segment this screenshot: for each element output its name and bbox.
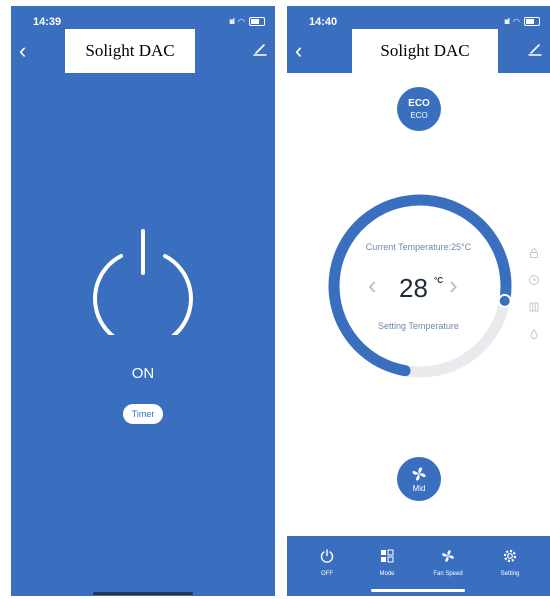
signal-icon: ıııl — [229, 17, 235, 26]
phone-screen-power: 14:39 ıııl ◠ ‹ Solight DAC ON Timer — [11, 6, 275, 596]
status-time: 14:39 — [33, 16, 62, 28]
status-icons: ıııl ◠ — [229, 17, 265, 26]
eco-label: ECO — [410, 110, 428, 120]
grid-icon[interactable] — [528, 301, 540, 313]
nav-setting[interactable]: Setting — [480, 548, 540, 577]
gear-icon — [503, 549, 517, 563]
page-title: Solight DAC — [65, 29, 195, 73]
nav-off[interactable]: OFF — [297, 548, 357, 577]
eco-icon: ECO — [408, 97, 430, 109]
fan-speed-label: Mid — [412, 484, 426, 493]
bottom-nav: OFF Mode Fan Speed Setting — [287, 536, 550, 596]
increase-temp-button[interactable]: › — [449, 272, 458, 298]
decrease-temp-button[interactable]: ‹ — [368, 272, 377, 298]
nav-mode[interactable]: Mode — [357, 548, 417, 577]
current-temperature: Current Temperature:25°C — [365, 242, 472, 252]
edit-icon[interactable] — [528, 42, 542, 56]
setpoint-unit: °C — [434, 276, 443, 285]
nav-label: Setting — [500, 571, 520, 577]
fan-speed-button[interactable]: Mid — [397, 457, 441, 501]
power-icon — [320, 549, 334, 563]
signal-icon: ıııl — [504, 17, 510, 26]
back-icon[interactable]: ‹ — [295, 40, 302, 62]
home-indicator[interactable] — [93, 592, 193, 595]
mode-icon — [381, 549, 394, 563]
page-title: Solight DAC — [352, 29, 498, 73]
battery-icon — [524, 17, 540, 26]
home-indicator[interactable] — [371, 589, 465, 592]
nav-label: Fan Speed — [433, 571, 463, 577]
nav-label: OFF — [321, 571, 333, 577]
edit-icon[interactable] — [253, 42, 267, 56]
status-icons: ıııl ◠ — [504, 17, 540, 26]
eco-button[interactable]: ECO ECO — [397, 87, 441, 131]
wifi-icon: ◠ — [238, 17, 245, 26]
power-state-label: ON — [131, 365, 155, 382]
wifi-icon: ◠ — [513, 17, 520, 26]
lock-icon[interactable] — [528, 247, 540, 259]
status-time: 14:40 — [309, 16, 338, 28]
nav-fan-speed[interactable]: Fan Speed — [418, 548, 478, 577]
clock-icon[interactable] — [528, 274, 540, 286]
timer-button[interactable]: Timer — [123, 404, 163, 424]
setting-temperature-label: Setting Temperature — [378, 321, 459, 331]
phone-screen-thermostat: 14:40 ıııl ◠ ‹ Solight DAC ECO ECO Curre… — [287, 6, 550, 596]
fan-icon — [442, 550, 454, 562]
battery-icon — [249, 17, 265, 26]
back-icon[interactable]: ‹ — [19, 40, 26, 62]
nav-label: Mode — [379, 571, 395, 577]
fan-icon — [412, 467, 426, 481]
drop-icon[interactable] — [528, 328, 540, 340]
setpoint-value: 28 — [399, 273, 428, 303]
power-toggle-button[interactable] — [89, 227, 197, 335]
setpoint-control: ‹ 28 °C › — [287, 270, 550, 310]
